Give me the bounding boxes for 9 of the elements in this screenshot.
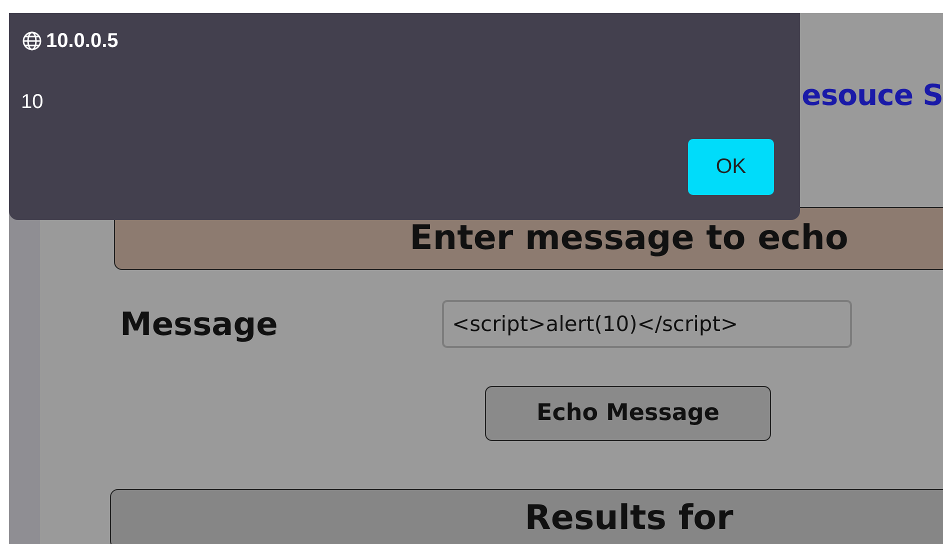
section-header: Results for: [110, 489, 943, 544]
ok-button[interactable]: OK: [688, 139, 774, 195]
message-label: Message: [120, 304, 279, 345]
message-field[interactable]: <script>alert(10)</script>: [442, 300, 852, 348]
globe-icon: [22, 31, 42, 51]
page-title: esouce S: [802, 78, 943, 112]
alert-origin: 10.0.0.5: [46, 29, 118, 54]
echo-message-button[interactable]: Echo Message: [485, 386, 771, 441]
alert-message: 10: [21, 90, 44, 115]
